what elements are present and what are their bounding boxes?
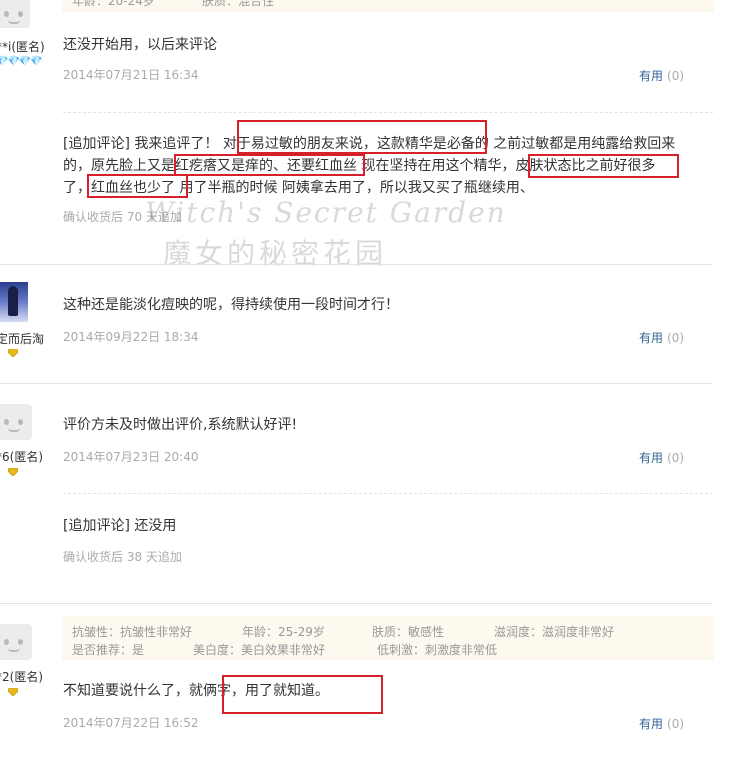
highlight-box [87, 174, 188, 198]
highlight-box [237, 120, 487, 154]
highlight-box [174, 154, 365, 176]
attr-whitening: 美白度：美白效果非常好 [193, 643, 326, 657]
useful-count: (0) [667, 331, 685, 345]
useful-button[interactable]: 有用 (0) [639, 67, 684, 84]
attr-irritation: 低刺激：刺激度非常低 [377, 643, 498, 657]
attr-anti-wrinkle: 抗皱性：抗皱性非常好 [72, 625, 193, 639]
review-attributes: 抗皱性：抗皱性非常好 年龄：25-29岁 肤质：敏感性 滋润度：滋润度非常好 是… [62, 616, 714, 660]
useful-button[interactable]: 有用 (0) [639, 715, 684, 732]
useful-button[interactable]: 有用 (0) [639, 329, 684, 346]
attr-age: 年龄：20-24岁 [72, 0, 155, 8]
attr-age: 年龄：25-29岁 [242, 625, 325, 639]
review-text: 这种还是能淡化痘映的呢，得持续使用一段时间才行！ [63, 297, 399, 313]
useful-label: 有用 [639, 451, 664, 465]
append-review-text: [追加评论] 还没用 [63, 518, 177, 534]
review-date: 2014年07月22日 16:52 [63, 716, 199, 730]
attr-recommend: 是否推荐：是 [72, 643, 145, 657]
reviewer-level-icon [8, 688, 18, 696]
avatar[interactable] [0, 0, 30, 28]
review-date: 2014年07月23日 20:40 [63, 450, 199, 464]
watermark-en: Witch's Secret Garden [145, 196, 507, 229]
reviewer-level-icon: 💎💎💎💎 [0, 56, 43, 67]
review-date: 2014年09月22日 18:34 [63, 330, 199, 344]
useful-button[interactable]: 有用 (0) [639, 449, 684, 466]
useful-count: (0) [667, 451, 685, 465]
attr-skin: 肤质：敏感性 [372, 625, 445, 639]
useful-label: 有用 [639, 331, 664, 345]
divider [0, 264, 712, 265]
avatar[interactable] [0, 404, 32, 440]
reviewer-level-icon [8, 349, 18, 357]
useful-label: 有用 [639, 69, 664, 83]
review-date: 2014年07月21日 16:34 [63, 68, 199, 82]
reviewer-level-icon [8, 468, 18, 476]
divider [0, 603, 712, 604]
review-text: 还没开始用，以后来评论 [63, 37, 217, 53]
divider [0, 383, 712, 384]
attr-skin: 肤质：混合性 [202, 0, 275, 8]
attr-moisture: 滋润度：滋润度非常好 [494, 625, 615, 639]
useful-count: (0) [667, 69, 685, 83]
useful-count: (0) [667, 717, 685, 731]
highlight-box [222, 675, 383, 714]
divider [63, 493, 713, 494]
highlight-box [528, 154, 679, 178]
review-text: 评价方未及时做出评价,系统默认好评! [63, 417, 298, 433]
useful-label: 有用 [639, 717, 664, 731]
avatar[interactable] [0, 624, 32, 660]
watermark-cn: 魔女的秘密花园 [163, 237, 388, 270]
avatar[interactable] [0, 282, 28, 322]
divider [63, 112, 713, 113]
reviewer-name[interactable]: **i(匿名) [0, 38, 45, 55]
reviewer-name[interactable]: 定而后淘 [0, 330, 44, 347]
append-review-meta: 确认收货后 38 天追加 [63, 550, 182, 564]
reviewer-name[interactable]: *2(匿名) [0, 668, 43, 685]
review-attributes-top: 年龄：20-24岁 肤质：混合性 [62, 0, 714, 12]
reviewer-name[interactable]: *6(匿名) [0, 448, 43, 465]
